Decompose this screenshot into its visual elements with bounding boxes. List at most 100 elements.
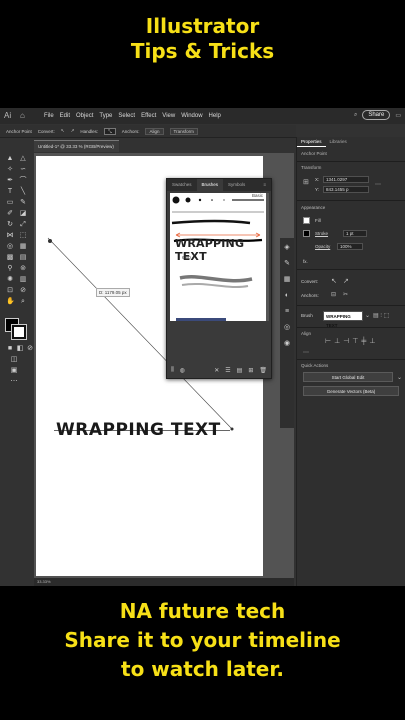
menu-edit[interactable]: Edit	[60, 113, 70, 119]
transparency-icon[interactable]: ◎	[283, 324, 291, 332]
rectangle-tool-icon[interactable]: ▭	[6, 199, 14, 207]
hand-tool-icon[interactable]: ✋	[6, 298, 15, 306]
stroke-weight-field[interactable]: 1 pt	[343, 230, 367, 237]
tab-swatches[interactable]: Swatches	[167, 179, 197, 191]
tab-symbols[interactable]: Symbols	[223, 179, 250, 191]
stroke-swatch[interactable]	[11, 324, 27, 340]
menu-effect[interactable]: Effect	[141, 113, 156, 119]
control-transform-button[interactable]: Transform	[169, 127, 198, 135]
convert-smooth-icon[interactable]: ↗	[71, 128, 75, 134]
new-brush-icon[interactable]: ⊞	[248, 367, 253, 374]
align-row-1-icons[interactable]: ⊢⊥⊣⊤╪⊥	[325, 337, 378, 345]
convert-corner-icon[interactable]: ↖	[61, 128, 65, 134]
menu-type[interactable]: Type	[99, 113, 112, 119]
rotate-tool-icon[interactable]: ↻	[6, 221, 14, 229]
free-transform-icon[interactable]: ⬚	[19, 232, 27, 240]
control-align-button[interactable]: Align	[145, 127, 164, 135]
fx-button[interactable]: fx.	[303, 259, 308, 264]
layers-icon[interactable]: ◈	[283, 244, 291, 252]
home-icon[interactable]: ⌂	[20, 111, 30, 121]
convert-corner-button[interactable]: ↖	[331, 277, 337, 285]
zoom-readout[interactable]: 33.33%	[37, 579, 51, 584]
global-edit-dropdown-icon[interactable]: ⌄	[397, 374, 402, 381]
menu-view[interactable]: View	[162, 113, 175, 119]
eraser-icon[interactable]: ◪	[19, 210, 27, 218]
remove-anchor-button[interactable]: ⊟	[331, 291, 336, 298]
width-tool-icon[interactable]: ⋈	[6, 232, 14, 240]
align-row-2-icons[interactable]: ⋯	[303, 349, 311, 356]
line-tool-icon[interactable]: ╲	[19, 188, 27, 196]
generate-vectors-button[interactable]: Generate Vectors (Beta)	[303, 386, 399, 396]
pen-tool-icon[interactable]: ✒	[6, 177, 14, 185]
delete-brush-icon[interactable]: 🗑	[259, 367, 267, 374]
transform-more-icon[interactable]: ⋯	[375, 181, 381, 188]
menu-window[interactable]: Window	[181, 113, 202, 119]
start-global-edit-button[interactable]: Start Global Edit	[303, 372, 393, 382]
graph-tool-icon[interactable]: ▥	[19, 276, 27, 284]
fill-color-swatch[interactable]	[303, 217, 310, 224]
gradient-tool-icon[interactable]: ▤	[19, 254, 27, 262]
options-icon[interactable]: ☰	[225, 367, 230, 374]
library-panel-icon[interactable]: ◍	[180, 367, 185, 374]
tab-properties[interactable]: Properties	[297, 137, 326, 147]
panel-menu-icon[interactable]: ≡	[258, 179, 271, 191]
menu-help[interactable]: Help	[209, 113, 221, 119]
slice-tool-icon[interactable]: ⊘	[19, 287, 27, 295]
workspace-icon[interactable]: ▭	[395, 112, 401, 119]
perspective-grid-icon[interactable]: ▦	[19, 243, 27, 251]
y-position-field[interactable]: 843.1455 p	[323, 186, 369, 193]
type-tool-icon[interactable]: T	[6, 188, 14, 196]
lasso-icon[interactable]: ∽	[19, 166, 27, 174]
brushes-icon[interactable]: ✎	[283, 260, 291, 268]
screen-mode-icon[interactable]: ▣	[10, 367, 18, 375]
paintbrush-icon[interactable]: ✎	[19, 199, 27, 207]
color-mode-icon[interactable]: ■	[6, 345, 14, 353]
brush-select[interactable]: WRAPPING TEXT	[323, 311, 363, 328]
remove-stroke-icon[interactable]: ✕	[214, 367, 219, 374]
x-position-field[interactable]: 1341.0297	[323, 176, 369, 183]
tab-brushes[interactable]: Brushes	[196, 179, 224, 191]
magic-wand-icon[interactable]: ✧	[6, 166, 14, 174]
menu-object[interactable]: Object	[76, 113, 93, 119]
brush-libraries-icon[interactable]: ⫼	[171, 367, 174, 374]
opacity-label[interactable]: Opacity	[315, 244, 330, 249]
convert-smooth-button[interactable]: ↗	[343, 277, 349, 285]
zoom-tool-icon[interactable]: ⌕	[19, 298, 27, 306]
color-icon[interactable]: ◐	[283, 292, 291, 300]
brush-list-scrollbar[interactable]	[266, 193, 269, 321]
eyedropper-icon[interactable]: ⚲	[6, 265, 14, 273]
gradient-mode-icon[interactable]: ◧	[16, 345, 24, 353]
search-icon[interactable]: ⌕	[354, 112, 357, 119]
reference-point-icon[interactable]: ⊞	[303, 178, 309, 186]
document-tab[interactable]: Untitled-1* @ 33.33 % (RGB/Preview)	[34, 140, 119, 152]
stroke-label[interactable]: Stroke	[315, 231, 328, 236]
canvas-wrapping-text[interactable]: WRAPPING TEXT	[56, 420, 221, 440]
mesh-tool-icon[interactable]: ▩	[6, 254, 14, 262]
selection-tool-icon[interactable]: ▲	[6, 155, 14, 163]
artboard-tool-icon[interactable]: ⊡	[6, 287, 14, 295]
direct-selection-tool-icon[interactable]: △	[19, 155, 27, 163]
appearance-icon[interactable]: ◉	[283, 340, 291, 348]
opacity-field[interactable]: 100%	[337, 243, 363, 250]
cut-path-button[interactable]: ✂	[343, 291, 348, 298]
shape-builder-icon[interactable]: ◎	[6, 243, 14, 251]
shaper-tool-icon[interactable]: ✐	[6, 210, 14, 218]
none-mode-icon[interactable]: ⊘	[26, 345, 34, 353]
stroke-color-swatch[interactable]	[303, 230, 310, 237]
menu-file[interactable]: File	[44, 113, 54, 119]
menu-select[interactable]: Select	[118, 113, 135, 119]
swatches-icon[interactable]: ▦	[283, 276, 291, 284]
draw-mode-icon[interactable]: ◫	[10, 356, 18, 364]
edit-toolbar-icon[interactable]: ⋯	[10, 378, 18, 386]
blend-tool-icon[interactable]: ⊚	[19, 265, 27, 273]
stroke-icon[interactable]: ≡	[283, 308, 291, 316]
brush-options-row-icons[interactable]: ▤ ⫶ ⬚	[373, 312, 389, 320]
symbol-sprayer-icon[interactable]: ✺	[6, 276, 14, 284]
brush-options-icon[interactable]: ▤	[237, 367, 243, 374]
brush-list[interactable]: Basic WRAPPING TEXT 6.00	[170, 193, 267, 321]
curvature-tool-icon[interactable]: ⌒	[19, 177, 27, 185]
scale-tool-icon[interactable]: ⤢	[19, 221, 27, 229]
tab-libraries[interactable]: Libraries	[326, 137, 351, 147]
share-button[interactable]: Share	[362, 110, 391, 120]
handles-show-button[interactable]: ⤡	[104, 127, 116, 135]
